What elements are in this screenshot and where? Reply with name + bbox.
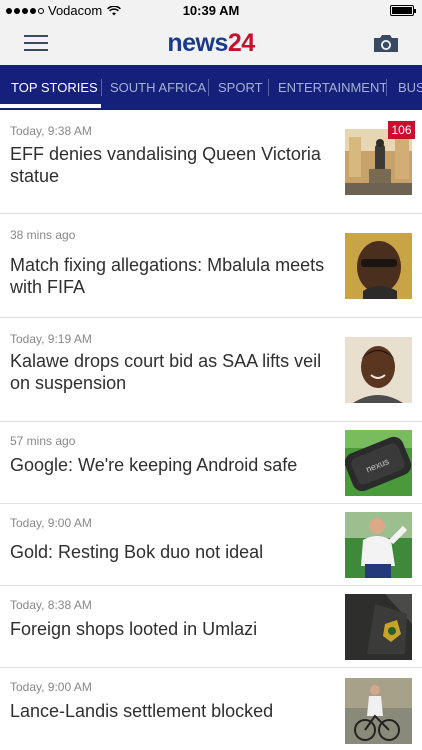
story-time: Today, 9:00 AM [10,680,92,694]
status-time: 10:39 AM [182,3,240,18]
story-item[interactable]: 57 mins ago Google: We're keeping Androi… [0,422,422,504]
story-thumbnail-police [345,594,412,660]
story-title: Foreign shops looted in Umlazi [10,619,258,639]
story-time: Today, 9:00 AM [10,516,92,530]
battery-icon [390,5,416,16]
tab-divider [386,79,387,96]
tab-divider [208,79,209,96]
comment-count-badge: 106 [388,121,415,139]
news24-logo[interactable]: news24 [0,29,422,58]
story-item[interactable]: Today, 9:19 AM Kalawe drops court bid as… [0,318,422,422]
story-title: Google: We're keeping Android safe [10,455,298,475]
story-time: Today, 9:19 AM [10,332,92,346]
camera-icon[interactable] [372,33,400,53]
story-thumbnail-portrait [345,337,412,403]
story-item[interactable]: 38 mins ago Match fixing allegations: Mb… [0,214,422,318]
logo-part1: news [167,29,228,57]
tab-divider [268,79,269,96]
story-thumbnail-portrait [345,233,412,299]
story-item[interactable]: Today, 9:38 AM EFF denies vandalising Qu… [0,110,422,214]
story-title: Match fixing allegations: Mbalula meets … [10,255,325,297]
story-time: Today, 8:38 AM [10,598,92,612]
story-item[interactable]: Today, 9:00 AM Gold: Resting Bok duo not… [0,504,422,586]
story-thumbnail-phone: nexus [345,430,412,496]
story-time: 38 mins ago [10,228,76,242]
story-title: EFF denies vandalising Queen Victoria st… [10,144,321,186]
story-time: Today, 9:38 AM [10,124,92,138]
tab-sport[interactable]: SPORT [218,65,263,110]
story-item[interactable]: Today, 8:38 AM Foreign shops looted in U… [0,586,422,668]
story-title: Gold: Resting Bok duo not ideal [10,542,264,562]
tab-south-africa[interactable]: SOUTH AFRICA [110,65,206,110]
story-thumbnail-coach [345,512,412,578]
story-item[interactable]: Today, 9:00 AM Lance-Landis settlement b… [0,668,422,750]
story-time: 57 mins ago [10,434,76,448]
story-thumbnail-cyclist [345,678,412,744]
app-header: news24 [0,22,422,65]
tab-business[interactable]: BUS [398,65,422,110]
tab-entertainment[interactable]: ENTERTAINMENT [278,65,387,110]
story-title: Lance-Landis settlement blocked [10,701,274,721]
active-tab-indicator [0,104,101,108]
status-bar: Vodacom 10:39 AM [0,0,422,22]
tab-divider [101,79,102,96]
logo-part2: 24 [227,29,255,57]
story-title: Kalawe drops court bid as SAA lifts veil… [10,351,322,393]
